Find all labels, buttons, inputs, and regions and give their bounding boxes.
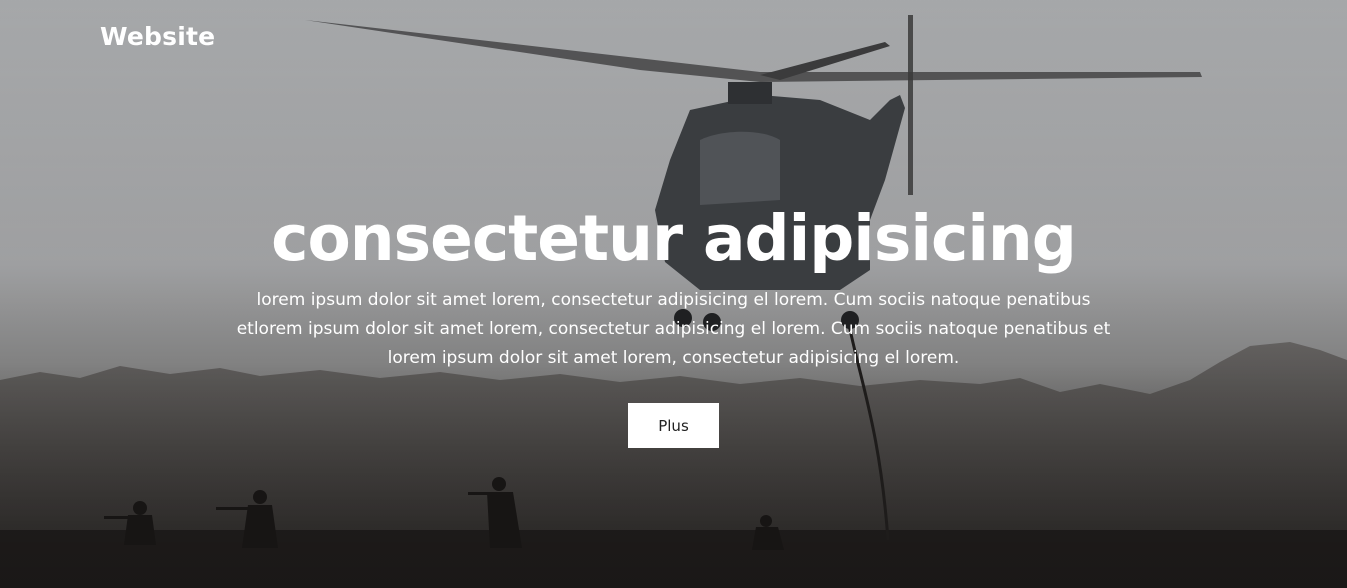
hero-description: lorem ipsum dolor sit amet lorem, consec… [236, 290, 1111, 368]
site-logo-text[interactable]: Website [100, 22, 215, 51]
hero-title: consectetur adipisicing [271, 202, 1077, 275]
hero-section: Website consectetur adipisicing lorem ip… [0, 0, 1347, 588]
plus-button[interactable]: Plus [628, 403, 719, 448]
hero-content: consectetur adipisicing lorem ipsum dolo… [200, 196, 1147, 448]
